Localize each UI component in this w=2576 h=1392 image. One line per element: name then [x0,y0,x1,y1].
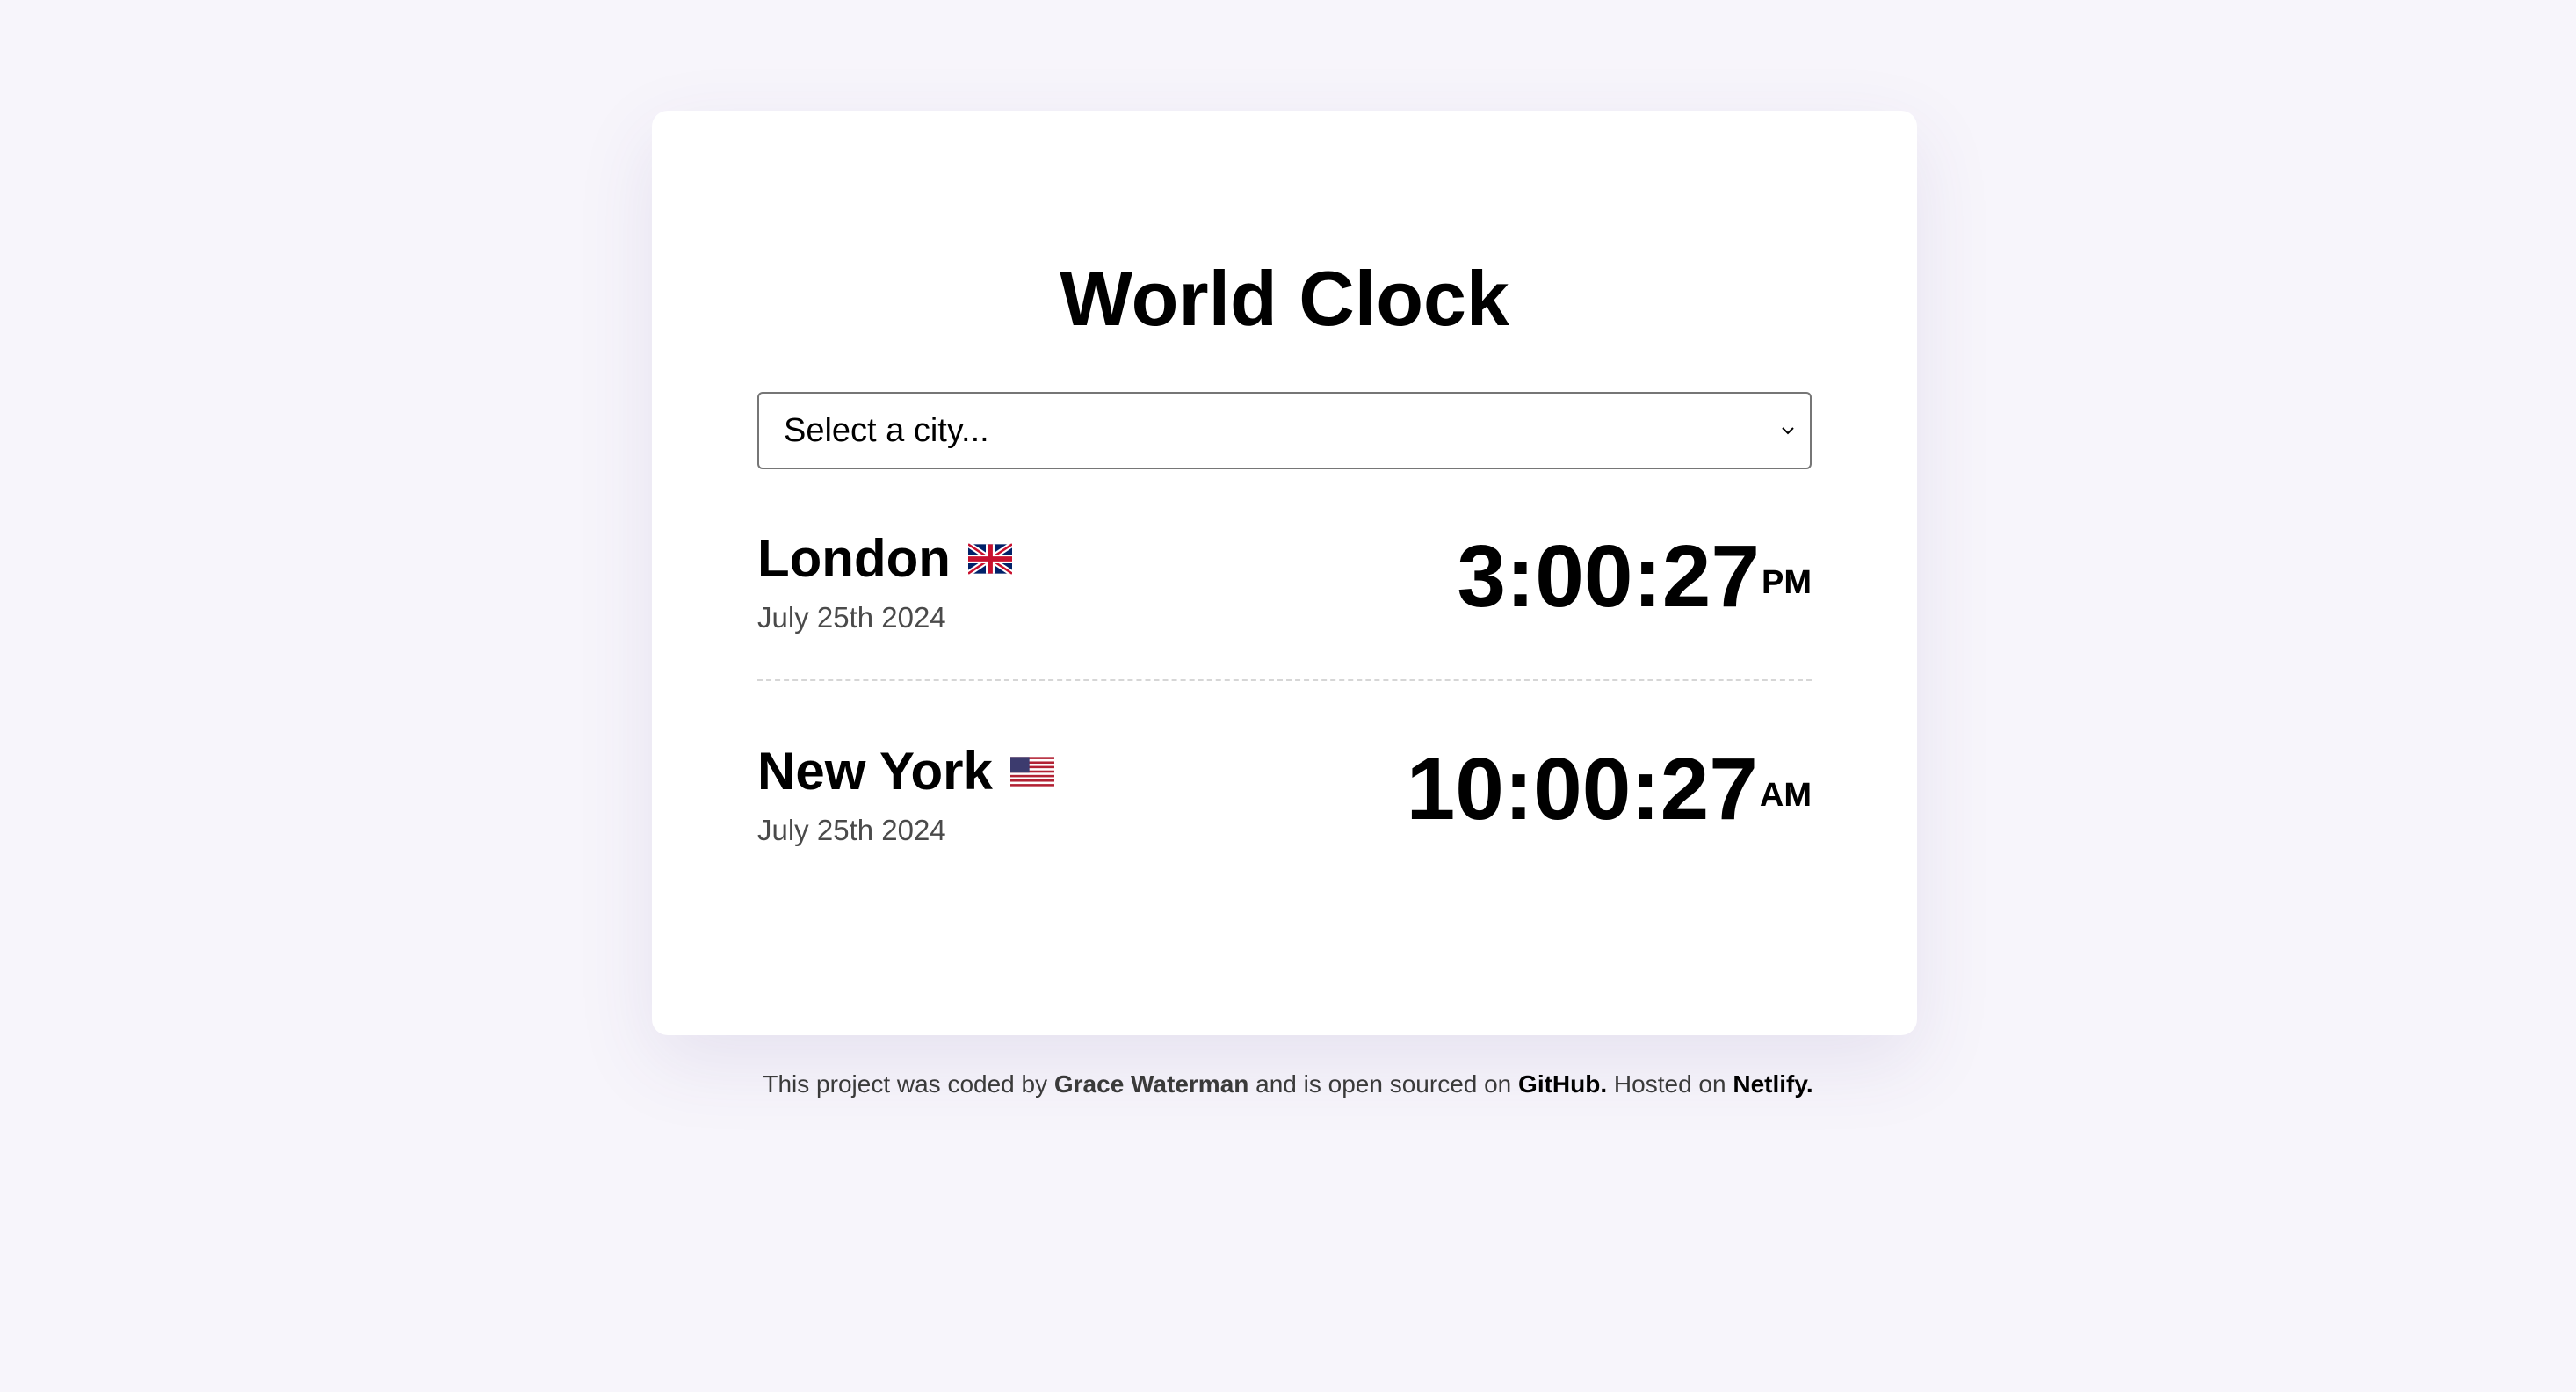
footer: This project was coded by Grace Waterman… [0,1070,2576,1098]
city-name-label: London [757,529,951,588]
uk-flag-icon [967,542,1012,576]
author-link[interactable]: Grace Waterman [1054,1070,1249,1098]
world-clock-card: World Clock Select a city... London July… [652,111,1917,1035]
city-select-value: Select a city... [784,411,989,449]
time-value: 3:00:27 [1457,527,1760,626]
github-link[interactable]: GitHub. [1518,1070,1607,1098]
city-date: July 25th 2024 [757,814,946,846]
city-select[interactable]: Select a city... [757,392,1812,469]
time-ampm: AM [1759,777,1812,814]
footer-text: and is open sourced on [1255,1070,1512,1098]
city-time: 10:00:27 AM [1407,745,1812,833]
footer-text: This project was coded by [763,1070,1048,1098]
city-name: New York [757,745,1054,798]
chevron-down-icon [1782,427,1794,435]
time-ampm: PM [1762,564,1812,601]
city-name: London [757,533,1012,585]
us-flag-icon [1009,757,1054,787]
page-title: World Clock [1060,255,1509,342]
city-divider [757,679,1812,681]
city-time: 3:00:27 PM [1457,533,1812,620]
footer-text: Hosted on [1613,1070,1726,1098]
netlify-link[interactable]: Netlify. [1733,1070,1813,1098]
city-date: July 25th 2024 [757,601,946,634]
city-row-london: London July 25th 2024 3:00:27 PM [757,533,1812,673]
city-name-label: New York [757,742,993,801]
time-value: 10:00:27 [1406,740,1758,838]
city-row-new-york: New York July 25th 2024 10:00:27 AM [757,745,1812,886]
